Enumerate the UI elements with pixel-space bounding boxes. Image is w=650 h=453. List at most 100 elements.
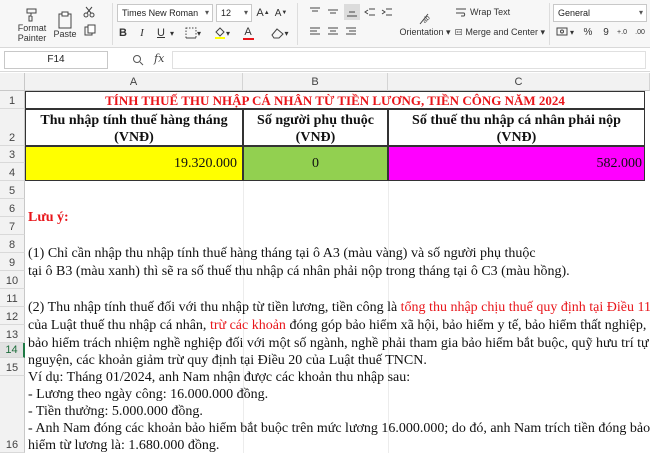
- align-top-icon: [310, 7, 320, 12]
- header-cell-a2[interactable]: Thu nhập tính thuế hàng tháng (VNĐ): [25, 109, 243, 146]
- increase-decimal-icon: +.0: [617, 28, 627, 36]
- currency-button[interactable]: ▾: [555, 25, 575, 39]
- row-header-4[interactable]: 4: [0, 163, 25, 181]
- grow-font-icon: A: [256, 7, 264, 19]
- row-header-10[interactable]: 10: [0, 271, 25, 289]
- paste-label: Paste: [53, 29, 77, 39]
- font-color-icon: A: [244, 25, 252, 38]
- decrease-decimal-button[interactable]: .00: [632, 25, 648, 39]
- indent-increase-button[interactable]: [380, 5, 394, 19]
- row-header-7[interactable]: 7: [0, 217, 25, 235]
- row-header-5[interactable]: 5: [0, 181, 25, 199]
- clipboard-icon: [58, 11, 72, 29]
- align-center-button[interactable]: [326, 25, 340, 39]
- row-header-3[interactable]: 3: [0, 146, 25, 163]
- note-2-line-2-highlight: trừ các khoản: [209, 318, 286, 333]
- wrap-text-label: Wrap Text: [470, 7, 511, 17]
- orientation-button[interactable]: ab Orientation ▾: [399, 4, 451, 44]
- header-cell-b2[interactable]: Số người phụ thuộc (VNĐ): [243, 109, 388, 146]
- name-box[interactable]: F14: [4, 51, 108, 69]
- decrease-decimal-icon: .00: [635, 28, 645, 36]
- merge-center-label: Merge and Center ▾: [465, 26, 545, 37]
- grow-font-button[interactable]: A ▲: [256, 5, 270, 21]
- underline-button[interactable]: U: [154, 25, 168, 41]
- chevron-down-icon: ▾: [169, 28, 174, 38]
- example-line-1: Ví dụ: Tháng 01/2024, anh Nam nhận được …: [28, 370, 411, 385]
- copy-button[interactable]: [82, 23, 100, 37]
- format-painter-button[interactable]: Format Painter: [14, 4, 50, 46]
- note-2-line-1-highlight: tổng thu nhập chịu thuế quy định tại Điề…: [400, 300, 650, 315]
- underline-dropdown[interactable]: ▾: [168, 25, 176, 41]
- shrink-font-button[interactable]: A ▼: [274, 5, 288, 21]
- column-header-c[interactable]: C: [388, 73, 650, 91]
- header-c-line1: Số thuế thu nhập cá nhân phải nộp: [412, 113, 621, 128]
- notes-heading: Lưu ý:: [28, 210, 69, 225]
- font-size-dropdown[interactable]: 12 ▾: [216, 4, 252, 22]
- result-cell-c3[interactable]: 582.000: [388, 146, 645, 181]
- row-header-11[interactable]: 11: [0, 289, 25, 307]
- percent-button[interactable]: %: [582, 25, 594, 39]
- row-header-9[interactable]: 9: [0, 253, 25, 271]
- align-top-button[interactable]: [308, 5, 322, 19]
- note-1-line-2: tại ô B3 (màu xanh) thì sẽ ra số thuế th…: [28, 264, 570, 279]
- paint-bucket-icon: [214, 27, 225, 39]
- select-all-corner[interactable]: [0, 73, 25, 91]
- column-header-a[interactable]: A: [25, 73, 243, 91]
- row-header-14[interactable]: 14: [0, 343, 25, 358]
- formula-input[interactable]: [172, 51, 646, 69]
- number-format-dropdown[interactable]: General ▾: [553, 4, 647, 22]
- row-header-15[interactable]: 15: [0, 358, 25, 376]
- clear-format-button[interactable]: ▾: [270, 25, 290, 41]
- note-2-line-3: bảo hiểm trách nhiệm nghề nghiệp đối với…: [28, 336, 649, 351]
- comma-style-button[interactable]: 9: [600, 25, 612, 39]
- font-size-value: 12: [221, 8, 232, 18]
- merge-center-button[interactable]: Merge and Center ▾: [455, 25, 545, 39]
- row-header-1[interactable]: 1: [0, 91, 25, 109]
- header-cell-c2[interactable]: Số thuế thu nhập cá nhân phải nộp (VNĐ): [388, 109, 645, 146]
- wrap-text-button[interactable]: Wrap Text: [455, 5, 515, 19]
- align-bottom-button[interactable]: [344, 4, 360, 20]
- column-header-b[interactable]: B: [243, 73, 388, 91]
- row-header-16[interactable]: 16: [0, 376, 25, 453]
- font-color-button[interactable]: A: [237, 25, 259, 41]
- align-left-button[interactable]: [308, 25, 322, 39]
- input-cell-a3[interactable]: 19.320.000: [25, 146, 243, 181]
- ribbon-separator: [112, 3, 113, 45]
- note-1-line-1: (1) Chỉ cần nhập thu nhập tính thuế hàng…: [28, 246, 536, 261]
- format-painter-label-1: Format: [17, 23, 47, 33]
- align-right-button[interactable]: [344, 25, 358, 39]
- currency-icon: [556, 27, 568, 36]
- row-header-8[interactable]: 8: [0, 235, 25, 253]
- chevron-down-icon: ▾: [243, 8, 248, 17]
- align-bottom-icon: [347, 11, 357, 17]
- row-header-12[interactable]: 12: [0, 307, 25, 325]
- input-cell-b3[interactable]: 0: [243, 146, 388, 181]
- chevron-down-icon: ▾: [638, 8, 643, 17]
- fx-icon[interactable]: fx: [154, 52, 164, 65]
- orientation-icon: ab: [419, 13, 432, 24]
- example-line-2: - Lương theo ngày công: 16.000.000 đồng.: [28, 387, 269, 402]
- bold-button[interactable]: B: [116, 25, 130, 41]
- zoom-icon[interactable]: [132, 54, 144, 66]
- paste-button[interactable]: Paste: [52, 4, 78, 46]
- fill-color-button[interactable]: ▾: [212, 25, 232, 41]
- align-middle-button[interactable]: [326, 5, 340, 19]
- chevron-down-icon: ▾: [284, 28, 289, 38]
- gridline: [388, 181, 389, 453]
- tax-payable-value: 582.000: [596, 155, 643, 171]
- italic-button[interactable]: I: [135, 25, 149, 41]
- row-header-2[interactable]: 2: [0, 109, 25, 146]
- row-header-13[interactable]: 13: [0, 325, 25, 343]
- note-2-line-2-text-a: của Luật thuế thu nhập cá nhân,: [28, 318, 210, 333]
- sheet-title-cell[interactable]: TÍNH THUẾ THU NHẬP CÁ NHÂN TỪ TIỀN LƯƠNG…: [25, 91, 645, 109]
- font-name-dropdown[interactable]: Times New Roman ▾: [117, 4, 213, 22]
- align-left-icon: [310, 27, 320, 35]
- increase-decimal-button[interactable]: +.0: [614, 25, 630, 39]
- ribbon-separator: [297, 3, 298, 45]
- row-header-6[interactable]: 6: [0, 199, 25, 217]
- borders-button[interactable]: ▾: [183, 25, 203, 41]
- chevron-down-icon: ▾: [204, 8, 209, 17]
- cut-button[interactable]: [82, 5, 96, 19]
- indent-decrease-button[interactable]: [363, 5, 377, 19]
- note-2-line-4: nguyện, các khoản giảm trừ quy định tại …: [28, 353, 427, 368]
